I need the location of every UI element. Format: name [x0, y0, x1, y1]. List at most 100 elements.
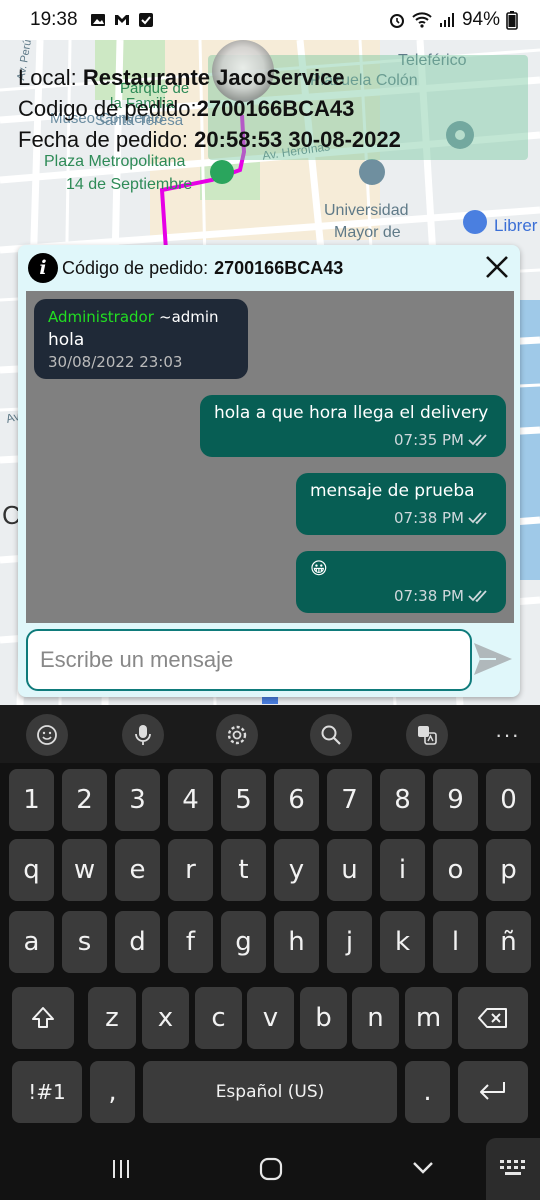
key-x[interactable]: x — [142, 987, 189, 1049]
status-time: 19:38 — [30, 9, 78, 30]
key-w[interactable]: w — [62, 839, 107, 901]
key-q[interactable]: q — [9, 839, 54, 901]
key-2[interactable]: 2 — [62, 769, 107, 831]
enter-key[interactable] — [458, 1061, 528, 1123]
message-time: 07:35 PM — [394, 431, 464, 449]
message-timestamp: 30/08/2022 23:03 — [48, 353, 183, 371]
key-d[interactable]: d — [115, 911, 160, 973]
translate-icon[interactable] — [406, 714, 448, 756]
map-label-14-sept: 14 de Septiembre — [66, 176, 193, 193]
info-icon[interactable]: i — [28, 253, 58, 283]
message-input[interactable]: Escribe un mensaje — [26, 629, 472, 691]
close-icon[interactable] — [484, 254, 510, 280]
code-value: 2700166BCA43 — [196, 96, 355, 121]
key-7[interactable]: 7 — [327, 769, 372, 831]
key-9[interactable]: 9 — [433, 769, 478, 831]
key-l[interactable]: l — [433, 911, 478, 973]
keyboard-toolbar: ··· — [0, 705, 540, 763]
period-key[interactable]: . — [405, 1061, 450, 1123]
key-0[interactable]: 0 — [486, 769, 531, 831]
back-chevron-icon[interactable] — [411, 1160, 435, 1176]
double-check-icon — [468, 590, 487, 603]
settings-icon[interactable] — [216, 714, 258, 756]
key-k[interactable]: k — [380, 911, 425, 973]
enter-icon — [480, 1082, 505, 1100]
key-i[interactable]: i — [380, 839, 425, 901]
message-time: 07:38 PM — [394, 587, 464, 605]
sender-name: Administrador — [48, 308, 154, 326]
local-label: Local: — [18, 65, 77, 90]
key-e[interactable]: e — [115, 839, 160, 901]
message-input-placeholder: Escribe un mensaje — [40, 647, 234, 672]
key-a[interactable]: a — [9, 911, 54, 973]
outgoing-message: mensaje de prueba 07:38 PM — [296, 473, 506, 535]
symbols-key[interactable]: !#1 — [12, 1061, 82, 1123]
key-3[interactable]: 3 — [115, 769, 160, 831]
code-row: Codigo de pedido:2700166BCA43 — [18, 93, 401, 124]
key-m[interactable]: m — [405, 987, 452, 1049]
key-g[interactable]: g — [221, 911, 266, 973]
signal-icon — [439, 13, 454, 27]
incoming-message: Administrador ~admin hola 30/08/2022 23:… — [34, 299, 248, 379]
map-label-universidad: Universidad — [324, 202, 409, 219]
chat-header-code: 2700166BCA43 — [214, 257, 344, 278]
outgoing-message: 😀 07:38 PM — [296, 551, 506, 613]
key-s[interactable]: s — [62, 911, 107, 973]
space-key[interactable]: Español (US) — [143, 1061, 397, 1123]
key-j[interactable]: j — [327, 911, 372, 973]
recent-apps-icon[interactable] — [110, 1158, 132, 1180]
status-bar: 19:38 94% — [0, 0, 540, 40]
mic-icon[interactable] — [122, 714, 164, 756]
keyboard-switch-button[interactable] — [486, 1138, 540, 1200]
navigation-bar — [0, 1130, 540, 1200]
key-u[interactable]: u — [327, 839, 372, 901]
double-check-icon — [468, 512, 487, 525]
key-6[interactable]: 6 — [274, 769, 319, 831]
chat-header: i Código de pedido: 2700166BCA43 — [18, 245, 520, 291]
send-icon[interactable] — [472, 640, 514, 678]
shift-icon — [32, 1007, 54, 1028]
shift-key[interactable] — [12, 987, 74, 1049]
key-1[interactable]: 1 — [9, 769, 54, 831]
key-enye[interactable]: ñ — [486, 911, 531, 973]
code-label: Codigo de pedido: — [18, 96, 197, 121]
comma-key[interactable]: , — [90, 1061, 135, 1123]
backspace-key[interactable] — [458, 987, 528, 1049]
key-8[interactable]: 8 — [380, 769, 425, 831]
key-h[interactable]: h — [274, 911, 319, 973]
message-text: hola a que hora llega el delivery — [214, 403, 489, 423]
key-v[interactable]: v — [247, 987, 294, 1049]
gmail-icon — [114, 15, 129, 25]
order-info: Local: Restaurante JacoService Codigo de… — [18, 62, 401, 155]
key-o[interactable]: o — [433, 839, 478, 901]
chat-header-label: Código de pedido: — [62, 257, 209, 278]
message-text: mensaje de prueba — [310, 481, 475, 501]
key-t[interactable]: t — [221, 839, 266, 901]
gallery-icon — [90, 14, 105, 26]
message-text: hola — [48, 330, 85, 350]
key-y[interactable]: y — [274, 839, 319, 901]
local-row: Local: Restaurante JacoService — [18, 62, 401, 93]
local-value: Restaurante JacoService — [82, 65, 345, 90]
backspace-icon — [478, 1008, 507, 1028]
key-n[interactable]: n — [352, 987, 399, 1049]
date-label: Fecha de pedido: — [18, 127, 189, 152]
key-z[interactable]: z — [88, 987, 136, 1049]
key-f[interactable]: f — [168, 911, 213, 973]
key-p[interactable]: p — [486, 839, 531, 901]
map-label-mayor: Mayor de — [334, 224, 401, 241]
wifi-icon — [412, 12, 432, 28]
map-label-libreria: Librer — [494, 216, 538, 235]
key-5[interactable]: 5 — [221, 769, 266, 831]
key-c[interactable]: c — [195, 987, 242, 1049]
key-4[interactable]: 4 — [168, 769, 213, 831]
more-options-icon[interactable]: ··· — [495, 722, 520, 748]
message-list[interactable]: Administrador ~admin hola 30/08/2022 23:… — [26, 291, 514, 623]
emoji-icon[interactable] — [26, 714, 68, 756]
key-b[interactable]: b — [300, 987, 347, 1049]
search-icon[interactable] — [310, 714, 352, 756]
key-r[interactable]: r — [168, 839, 213, 901]
date-row: Fecha de pedido: 20:58:53 30-08-2022 — [18, 124, 401, 155]
home-icon[interactable] — [259, 1157, 283, 1181]
alarm-icon — [389, 14, 404, 28]
